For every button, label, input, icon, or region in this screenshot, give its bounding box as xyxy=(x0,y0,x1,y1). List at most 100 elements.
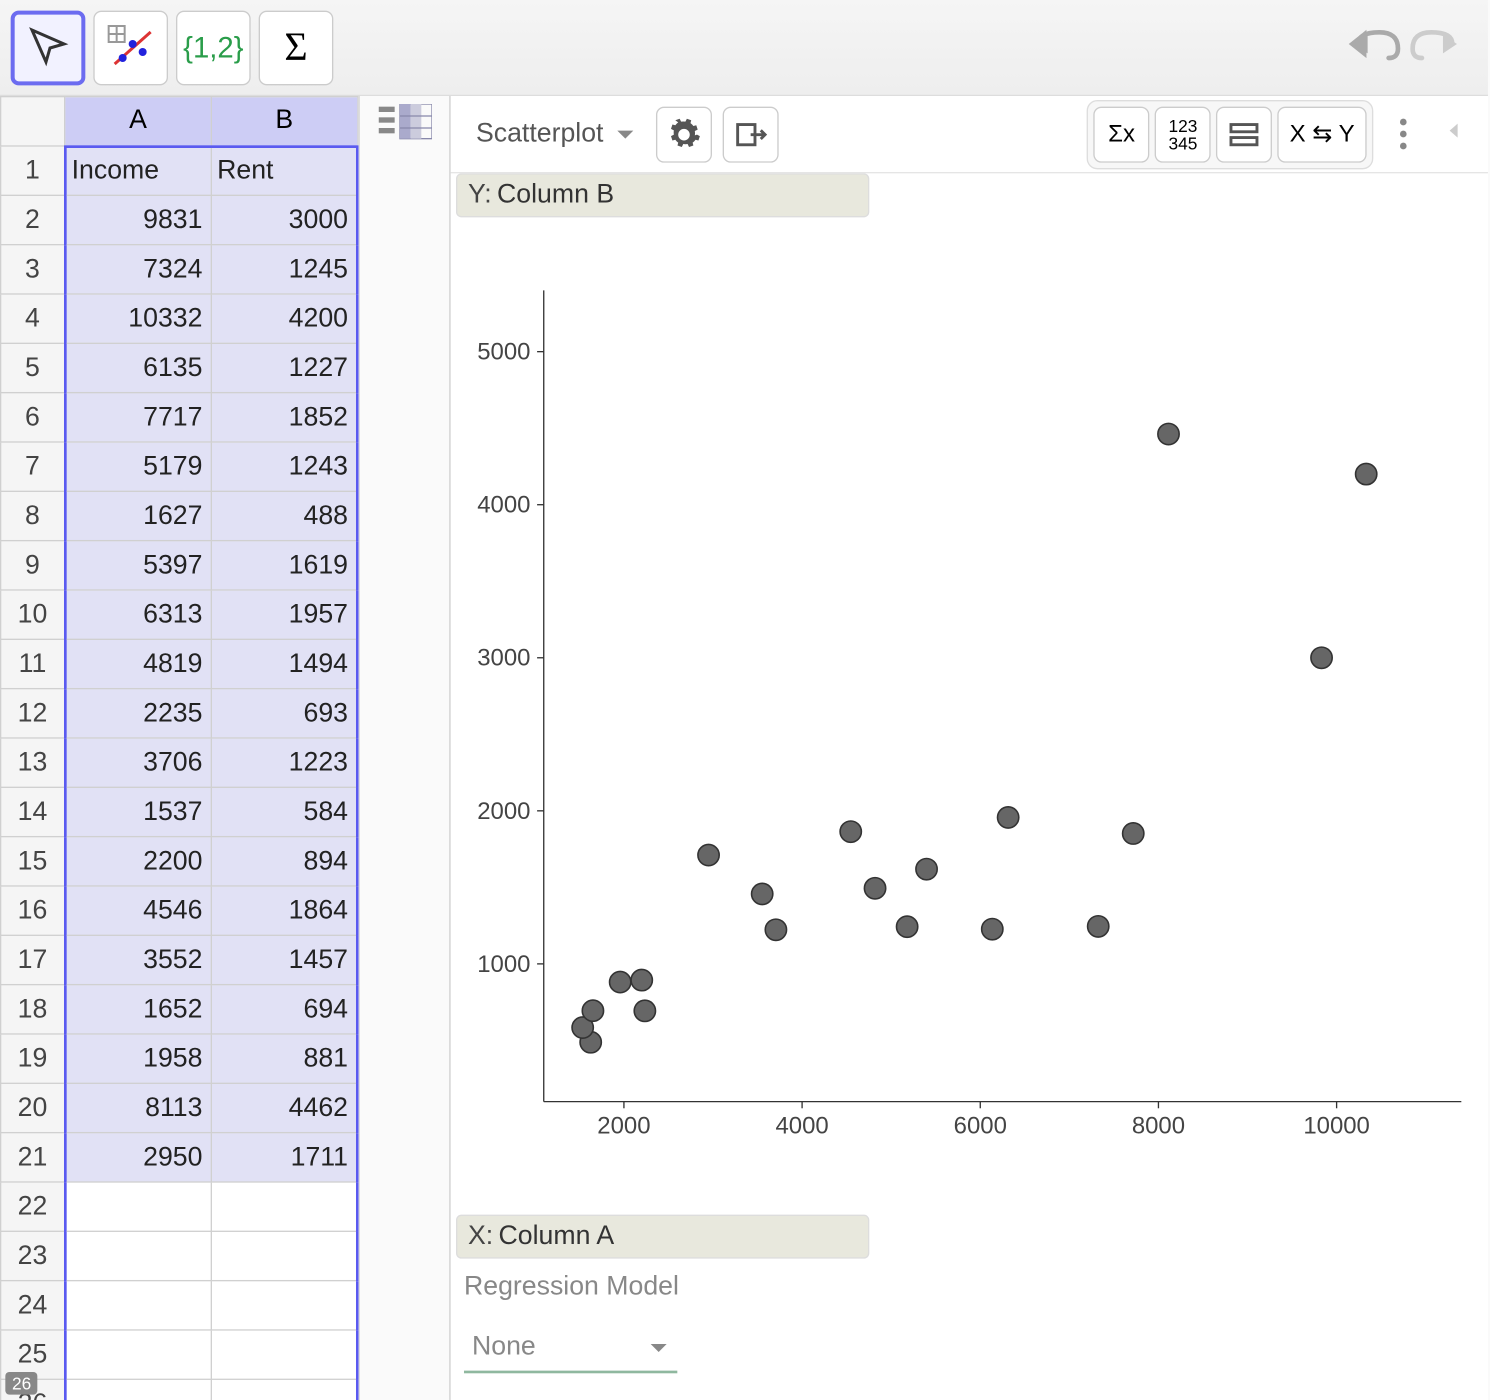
spreadsheet-table[interactable]: AB 1IncomeRent 298313000 373241245 410332420… xyxy=(0,96,359,1400)
cell-A16[interactable]: 4546 xyxy=(65,886,211,935)
cell-A23[interactable] xyxy=(65,1231,211,1280)
y-axis-label[interactable]: Y: Column B xyxy=(456,173,869,217)
cell-A19[interactable]: 1958 xyxy=(65,1034,211,1083)
row-head-12[interactable]: 12 xyxy=(1,689,65,738)
row-head-17[interactable]: 17 xyxy=(1,935,65,984)
row-head-13[interactable]: 13 xyxy=(1,738,65,787)
cell-A14[interactable]: 1537 xyxy=(65,787,211,836)
cell-B15[interactable]: 894 xyxy=(211,837,357,886)
cell-A24[interactable] xyxy=(65,1281,211,1330)
cell-B9[interactable]: 1619 xyxy=(211,541,357,590)
cell-B17[interactable]: 1457 xyxy=(211,935,357,984)
undo-button[interactable] xyxy=(1347,24,1403,71)
chart-type-select[interactable]: Scatterplot xyxy=(461,109,644,158)
table-highlight-icon[interactable] xyxy=(378,104,431,144)
cell-A8[interactable]: 1627 xyxy=(65,491,211,540)
row-head-8[interactable]: 8 xyxy=(1,491,65,540)
cell-B22[interactable] xyxy=(211,1182,357,1231)
cell-A22[interactable] xyxy=(65,1182,211,1231)
cell-B26[interactable] xyxy=(211,1379,357,1400)
cell-A11[interactable]: 4819 xyxy=(65,639,211,688)
row-head-21[interactable]: 21 xyxy=(1,1133,65,1182)
row-head-5[interactable]: 5 xyxy=(1,343,65,392)
row-head-6[interactable]: 6 xyxy=(1,393,65,442)
cell-A7[interactable]: 5179 xyxy=(65,442,211,491)
row-head-20[interactable]: 20 xyxy=(1,1083,65,1132)
row-head-4[interactable]: 4 xyxy=(1,294,65,343)
settings-button[interactable] xyxy=(655,106,711,162)
row-head-9[interactable]: 9 xyxy=(1,541,65,590)
cell-B11[interactable]: 1494 xyxy=(211,639,357,688)
cell-B7[interactable]: 1243 xyxy=(211,442,357,491)
row-head-18[interactable]: 18 xyxy=(1,985,65,1034)
list-tool[interactable]: {1,2} xyxy=(176,10,251,85)
row-head-19[interactable]: 19 xyxy=(1,1034,65,1083)
cell-B24[interactable] xyxy=(211,1281,357,1330)
cell-A2[interactable]: 9831 xyxy=(65,195,211,244)
more-menu[interactable] xyxy=(1384,119,1421,150)
cell-A3[interactable]: 7324 xyxy=(65,245,211,294)
cell-B1[interactable]: Rent xyxy=(211,146,357,195)
x-axis-label[interactable]: X: Column A xyxy=(456,1215,869,1259)
row-head-16[interactable]: 16 xyxy=(1,886,65,935)
cell-A9[interactable]: 5397 xyxy=(65,541,211,590)
cell-B21[interactable]: 1711 xyxy=(211,1133,357,1182)
swap-xy-button[interactable]: X ⇆ Y xyxy=(1278,106,1367,162)
cell-A18[interactable]: 1652 xyxy=(65,985,211,1034)
sigma-tool[interactable]: Σ xyxy=(259,10,334,85)
cell-B20[interactable]: 4462 xyxy=(211,1083,357,1132)
row-head-22[interactable]: 22 xyxy=(1,1182,65,1231)
cell-B18[interactable]: 694 xyxy=(211,985,357,1034)
stats-sigma-button[interactable]: Σx xyxy=(1094,106,1150,162)
cell-A21[interactable]: 2950 xyxy=(65,1133,211,1182)
cell-A5[interactable]: 6135 xyxy=(65,343,211,392)
row-head-3[interactable]: 3 xyxy=(1,245,65,294)
row-head-10[interactable]: 10 xyxy=(1,590,65,639)
cell-B3[interactable]: 1245 xyxy=(211,245,357,294)
cell-B2[interactable]: 3000 xyxy=(211,195,357,244)
cell-B4[interactable]: 4200 xyxy=(211,294,357,343)
pointer-tool[interactable] xyxy=(11,10,86,85)
cell-B10[interactable]: 1957 xyxy=(211,590,357,639)
collapse-panel-button[interactable] xyxy=(1432,119,1477,150)
row-head-23[interactable]: 23 xyxy=(1,1231,65,1280)
row-head-24[interactable]: 24 xyxy=(1,1281,65,1330)
scatter-tool[interactable] xyxy=(93,10,168,85)
cell-A1[interactable]: Income xyxy=(65,146,211,195)
redo-icon xyxy=(1408,24,1464,64)
cell-A15[interactable]: 2200 xyxy=(65,837,211,886)
row-head-1[interactable]: 1 xyxy=(1,146,65,195)
cell-A20[interactable]: 8113 xyxy=(65,1083,211,1132)
cell-A17[interactable]: 3552 xyxy=(65,935,211,984)
cell-B25[interactable] xyxy=(211,1330,357,1379)
cell-B6[interactable]: 1852 xyxy=(211,393,357,442)
row-head-11[interactable]: 11 xyxy=(1,639,65,688)
cell-B23[interactable] xyxy=(211,1231,357,1280)
row-head-7[interactable]: 7 xyxy=(1,442,65,491)
cell-B8[interactable]: 488 xyxy=(211,491,357,540)
cell-A13[interactable]: 3706 xyxy=(65,738,211,787)
cell-A4[interactable]: 10332 xyxy=(65,294,211,343)
redo-button[interactable] xyxy=(1408,24,1464,71)
col-head-B[interactable]: B xyxy=(211,97,357,146)
cell-B5[interactable]: 1227 xyxy=(211,343,357,392)
cell-B16[interactable]: 1864 xyxy=(211,886,357,935)
cell-A10[interactable]: 6313 xyxy=(65,590,211,639)
regression-select[interactable]: None xyxy=(464,1324,677,1373)
show-data-button[interactable]: 123345 xyxy=(1155,106,1211,162)
row-head-14[interactable]: 14 xyxy=(1,787,65,836)
layout-button[interactable] xyxy=(1216,106,1272,162)
row-head-2[interactable]: 2 xyxy=(1,195,65,244)
row-head-15[interactable]: 15 xyxy=(1,837,65,886)
scatter-plot[interactable]: 1000200030004000500020004000600080001000… xyxy=(451,223,1475,1210)
cell-B19[interactable]: 881 xyxy=(211,1034,357,1083)
cell-A25[interactable] xyxy=(65,1330,211,1379)
cell-B14[interactable]: 584 xyxy=(211,787,357,836)
cell-A26[interactable] xyxy=(65,1379,211,1400)
col-head-A[interactable]: A xyxy=(65,97,211,146)
export-button[interactable] xyxy=(722,106,778,162)
cell-A6[interactable]: 7717 xyxy=(65,393,211,442)
cell-B13[interactable]: 1223 xyxy=(211,738,357,787)
cell-A12[interactable]: 2235 xyxy=(65,689,211,738)
cell-B12[interactable]: 693 xyxy=(211,689,357,738)
